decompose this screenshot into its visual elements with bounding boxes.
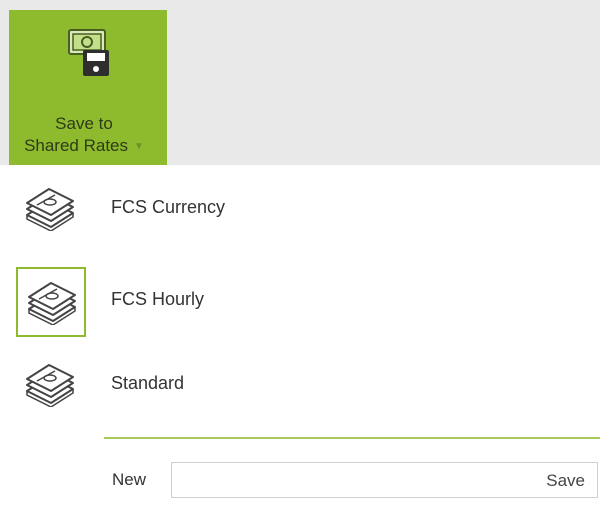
dropdown-caret-icon: ▼ [134,141,144,152]
shared-rates-menu: FCS Currency FCS Hourly Standard New Sav… [0,165,600,522]
money-stack-icon [16,351,86,421]
money-stack-icon [16,175,86,245]
save-button-label-line2: Shared Rates ▼ [5,136,163,156]
new-rate-row: New Save [0,460,600,500]
menu-separator [104,437,600,439]
menu-item-label: FCS Currency [111,197,226,217]
menu-item-standard[interactable]: Standard [14,349,600,425]
money-save-icon [67,28,111,78]
menu-item-label: FCS Hourly [111,289,205,309]
menu-item-label: Standard [111,373,185,393]
menu-item-fcs-hourly[interactable]: FCS Hourly [14,265,600,341]
new-label: New [112,470,147,489]
save-button-label-line1: Save to [55,114,113,133]
money-stack-icon [16,267,86,337]
new-rate-name-input[interactable]: Save [171,462,598,498]
save-new-button[interactable]: Save [546,471,585,491]
save-button-label-text: Shared Rates [24,136,129,155]
menu-item-fcs-currency[interactable]: FCS Currency [14,173,600,249]
save-to-shared-rates-button[interactable]: Save to Shared Rates ▼ [9,10,167,165]
ribbon: Save to Shared Rates ▼ [0,0,600,165]
